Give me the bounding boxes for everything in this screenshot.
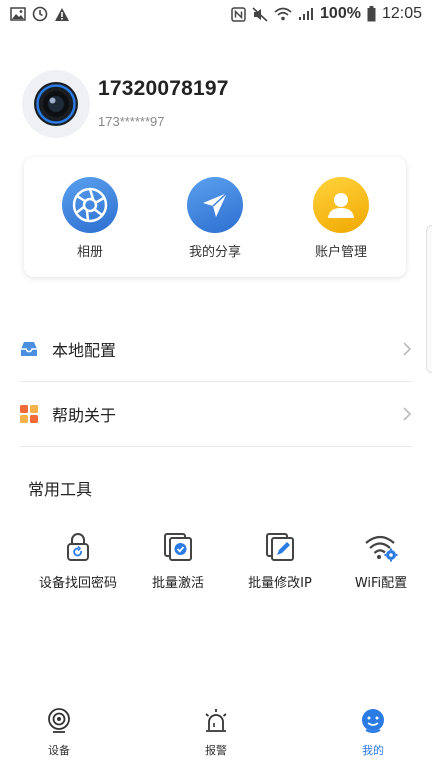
status-bar: 100% 12:05 [0,0,432,30]
my-share-button[interactable]: 我的分享 [170,177,260,260]
tool-device-password-recovery[interactable]: 设备找回密码 [28,528,128,591]
chevron-right-icon [403,342,412,356]
account-management-label: 账户管理 [314,245,367,260]
divider [20,446,412,447]
tab-alarms[interactable]: 报警 [176,708,256,758]
grid-squares-icon [20,405,38,423]
timer-icon [32,6,48,22]
camera-device-icon [48,708,70,733]
tab-label: 设备 [48,744,70,757]
camera-aperture-icon [62,177,118,233]
tool-label: WiFi配置 [354,576,408,591]
album-button[interactable]: 相册 [45,177,135,260]
tool-wifi-config[interactable]: WiFi配置 [331,528,431,591]
scroll-edge [426,225,432,373]
warning-icon [55,7,69,21]
tool-batch-modify-ip[interactable]: 批量修改IP [230,528,330,591]
wifi-settings-icon [331,528,431,562]
tool-label: 批量激活 [151,576,204,591]
tab-mine[interactable]: 我的 [333,708,413,758]
masked-account: 173******97 [98,114,165,129]
menu-item-local-config[interactable]: 本地配置 [20,317,412,381]
paper-plane-icon [187,177,243,233]
quick-actions-card: 相册 我的分享 账户管理 [24,157,406,277]
batch-edit-icon [230,528,330,562]
menu-item-help-about[interactable]: 帮助关于 [20,382,412,446]
wifi-status-icon [274,7,292,21]
help-about-label: 帮助关于 [52,406,117,425]
alarm-siren-icon [205,709,227,732]
chevron-right-icon [403,407,412,421]
local-config-label: 本地配置 [52,341,117,360]
tool-label: 设备找回密码 [38,576,117,591]
tab-label: 我的 [362,744,384,757]
inbox-tray-icon [21,342,37,356]
tools-section-title: 常用工具 [28,480,93,499]
camera-lens-icon [34,82,78,126]
profile-face-icon [362,709,384,733]
nfc-icon [231,6,246,22]
signal-icon [299,8,314,20]
mute-icon [252,6,268,22]
batch-activate-icon [128,528,228,562]
avatar[interactable] [22,70,90,138]
tool-batch-activate[interactable]: 批量激活 [128,528,228,591]
battery-percent: 100% [320,5,361,22]
tool-label: 批量修改IP [248,576,312,591]
gallery-icon [10,7,26,21]
account-management-button[interactable]: 账户管理 [296,177,386,260]
user-phone: 17320078197 [98,77,229,100]
tab-label: 报警 [205,744,227,757]
album-label: 相册 [76,245,103,260]
my-share-label: 我的分享 [188,245,241,260]
battery-icon [367,6,376,22]
tab-devices[interactable]: 设备 [19,708,99,758]
lock-reset-icon [28,528,128,562]
user-icon [313,177,369,233]
clock: 12:05 [381,5,422,22]
